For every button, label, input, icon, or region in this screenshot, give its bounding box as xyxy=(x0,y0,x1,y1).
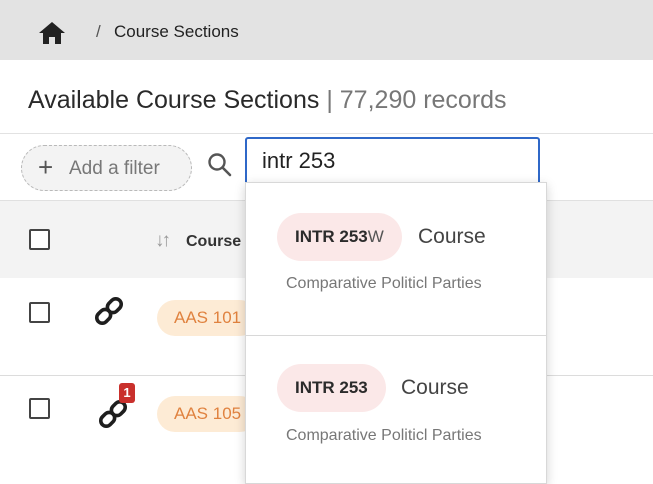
course-badge[interactable]: AAS 101 xyxy=(157,300,259,336)
suggestion-item[interactable]: INTR 253W Course Comparative Politicl Pa… xyxy=(246,183,546,335)
search-suggestions-dropdown: INTR 253W Course Comparative Politicl Pa… xyxy=(245,182,547,484)
breadcrumb: / Course Sections xyxy=(0,0,653,60)
title-divider: | xyxy=(326,86,333,114)
breadcrumb-current: Course Sections xyxy=(114,22,239,41)
add-filter-button[interactable]: + Add a filter xyxy=(21,145,192,191)
plus-icon: + xyxy=(38,152,54,182)
course-badge[interactable]: AAS 105 xyxy=(157,396,259,432)
suggestion-description: Comparative Politicl Parties xyxy=(286,275,482,292)
add-filter-label: Add a filter xyxy=(69,158,160,179)
page-title: Available Course Sections | 77,290 recor… xyxy=(28,86,507,115)
record-count: 77,290 records xyxy=(339,86,507,114)
row-checkbox[interactable] xyxy=(29,302,50,323)
search-input[interactable] xyxy=(245,137,540,185)
suggestion-type: Course xyxy=(418,225,486,248)
suggestion-suffix: W xyxy=(367,227,384,246)
header-divider xyxy=(0,133,653,134)
link-count-badge: 1 xyxy=(119,383,135,403)
suggestion-type: Course xyxy=(401,376,469,399)
page-title-text: Available Course Sections xyxy=(28,86,320,114)
row-checkbox[interactable] xyxy=(29,398,50,419)
breadcrumb-separator: / xyxy=(96,22,101,41)
course-column-header[interactable]: Course xyxy=(186,233,241,251)
suggestion-description: Comparative Politicl Parties xyxy=(286,427,482,444)
suggestion-code: INTR 253 xyxy=(295,227,368,246)
home-icon[interactable] xyxy=(38,21,66,45)
suggestion-code: INTR 253 xyxy=(295,378,368,397)
suggestion-item[interactable]: INTR 253 Course Comparative Politicl Par… xyxy=(246,336,546,483)
sort-icon[interactable]: ↓↑ xyxy=(155,230,171,252)
link-icon[interactable] xyxy=(92,294,126,328)
suggestion-code-pill: INTR 253 xyxy=(277,364,386,412)
search-icon[interactable] xyxy=(207,152,233,178)
select-all-checkbox[interactable] xyxy=(29,229,50,250)
suggestion-code-pill: INTR 253W xyxy=(277,213,402,261)
